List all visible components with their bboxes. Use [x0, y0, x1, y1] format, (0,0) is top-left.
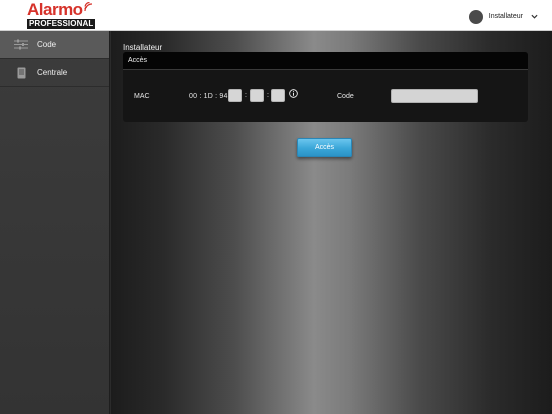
chevron-down-icon [531, 14, 538, 19]
mac-separator: : [245, 92, 247, 99]
info-icon[interactable] [289, 89, 298, 98]
sidebar-item-label: Code [37, 40, 57, 49]
sliders-icon [14, 39, 28, 51]
page-title: Installateur [123, 43, 163, 52]
logo-wordmark: Alarmo [27, 0, 83, 19]
mac-label: MAC [134, 93, 150, 100]
code-label: Code [337, 93, 354, 100]
sidebar: Code Centrale [0, 31, 110, 414]
access-button[interactable]: Accès [297, 138, 352, 157]
main-content: Installateur Accès MAC 00 : 1D : 94 : : … [111, 31, 552, 414]
device-icon [14, 67, 28, 79]
code-input[interactable] [391, 89, 478, 103]
alarmo-logo: Alarmo PROFESSIONAL [26, 0, 96, 29]
sidebar-item-centrale[interactable]: Centrale [0, 59, 109, 87]
mac-byte-5-input[interactable] [250, 89, 264, 102]
mac-prefix: 00 : 1D : 94 : [189, 93, 232, 100]
signal-waves-icon [84, 2, 93, 12]
top-bar: Alarmo PROFESSIONAL Installateur [0, 0, 552, 31]
avatar [468, 9, 483, 24]
mac-byte-6-input[interactable] [271, 89, 285, 102]
panel-body: MAC 00 : 1D : 94 : : : Code [123, 52, 528, 122]
sidebar-item-label: Centrale [37, 68, 68, 77]
logo-subtitle: PROFESSIONAL [27, 19, 96, 29]
user-name: Installateur [488, 13, 523, 20]
sidebar-item-code[interactable]: Code [0, 31, 109, 59]
mac-separator: : [267, 92, 269, 99]
mac-byte-4-input[interactable] [228, 89, 242, 102]
user-menu[interactable]: Installateur [468, 9, 538, 24]
